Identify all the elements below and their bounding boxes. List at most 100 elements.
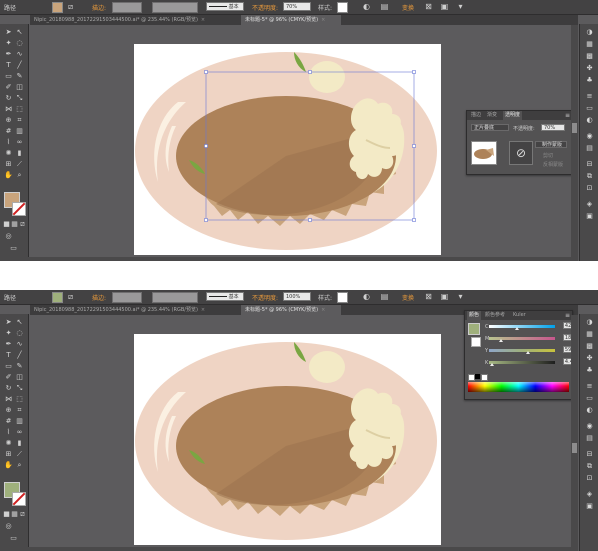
graph-tool-icon[interactable]: ▮ <box>15 439 24 448</box>
color-panel-icon[interactable]: ◑ <box>585 318 594 327</box>
cyan-slider[interactable] <box>489 324 555 330</box>
variable-width-dropdown[interactable] <box>152 2 198 13</box>
panel-menu-icon[interactable]: ≡ <box>565 312 570 319</box>
isolate-icon[interactable]: ⊠ <box>424 292 433 301</box>
stroke-color-swatch[interactable] <box>12 202 26 216</box>
white-swatch[interactable] <box>481 374 488 381</box>
direct-selection-tool-icon[interactable]: ↖ <box>15 318 24 327</box>
artboards-icon[interactable]: ▣ <box>585 212 594 221</box>
shape-builder-tool-icon[interactable]: ⊕ <box>4 116 13 125</box>
rectangle-tool-icon[interactable]: ▭ <box>4 362 13 371</box>
selection-tool-icon[interactable]: ➤ <box>4 28 13 37</box>
panel-stroke-swatch[interactable] <box>471 337 481 347</box>
screen-mode-icon[interactable]: ▭ <box>9 244 18 253</box>
align-icon[interactable]: ▤ <box>380 2 389 11</box>
swatches-icon[interactable]: ▩ <box>585 52 594 61</box>
recolor-icon[interactable]: ◐ <box>362 2 371 11</box>
eraser-tool-icon[interactable]: ◫ <box>15 373 24 382</box>
pen-tool-icon[interactable]: ✒ <box>4 340 13 349</box>
opacity-input[interactable]: 100% <box>283 292 311 301</box>
eyedropper-tool-icon[interactable]: ⌇ <box>4 138 13 147</box>
type-tool-icon[interactable]: T <box>4 61 13 70</box>
scrollbar-thumb[interactable] <box>572 443 577 453</box>
style-swatch[interactable] <box>337 292 348 303</box>
fill-swatch[interactable] <box>52 2 63 13</box>
gradient-panel-icon[interactable]: ▭ <box>585 104 594 113</box>
tab-nipic-document[interactable]: Nipic_20180988_20172291503444500.ai* @ 2… <box>30 305 241 315</box>
none-mode-icon[interactable]: ⧄ <box>18 510 27 519</box>
free-transform-tool-icon[interactable]: ⬚ <box>15 395 24 404</box>
rotate-tool-icon[interactable]: ↻ <box>4 94 13 103</box>
appearance-icon[interactable]: ◉ <box>585 422 594 431</box>
width-tool-icon[interactable]: ⋈ <box>4 105 13 114</box>
layers-icon[interactable]: ◈ <box>585 200 594 209</box>
draw-mode-icon[interactable]: ◎ <box>4 232 13 241</box>
tab-kuler[interactable]: Kuler <box>511 311 528 320</box>
draw-mode-icon[interactable]: ◎ <box>4 522 13 531</box>
invert-mask-checkbox-label[interactable]: 反相蒙版 <box>543 161 563 168</box>
align-panel-icon[interactable]: ⊟ <box>585 450 594 459</box>
line-tool-icon[interactable]: ╱ <box>15 351 24 360</box>
tab-nipic-document[interactable]: Nipic_20180988_20172291503444500.ai* @ 2… <box>30 15 241 25</box>
pen-tool-icon[interactable]: ✒ <box>4 50 13 59</box>
transparency-panel-icon[interactable]: ◐ <box>585 406 594 415</box>
color-panel-icon[interactable]: ◑ <box>585 28 594 37</box>
rectangle-tool-icon[interactable]: ▭ <box>4 72 13 81</box>
eraser-tool-icon[interactable]: ◫ <box>15 83 24 92</box>
perspective-grid-tool-icon[interactable]: ⌗ <box>15 116 24 125</box>
lasso-tool-icon[interactable]: ◌ <box>15 39 24 48</box>
stroke-weight-dropdown[interactable] <box>112 2 142 13</box>
swatches-icon[interactable]: ▩ <box>585 342 594 351</box>
vertical-scrollbar[interactable] <box>571 315 578 551</box>
transparency-panel-icon[interactable]: ◐ <box>585 116 594 125</box>
yellow-slider[interactable] <box>489 348 555 354</box>
transform-link[interactable]: 变换 <box>402 293 414 302</box>
screen-mode-icon[interactable]: ▭ <box>9 534 18 543</box>
zoom-tool-icon[interactable]: ⌕ <box>15 171 24 180</box>
transform-panel-icon[interactable]: ⊡ <box>585 474 594 483</box>
hand-tool-icon[interactable]: ✋ <box>4 461 13 470</box>
scale-tool-icon[interactable]: ⤡ <box>15 94 24 103</box>
horizontal-scrollbar[interactable] <box>28 547 571 551</box>
scale-tool-icon[interactable]: ⤡ <box>15 384 24 393</box>
pathfinder-icon[interactable]: ⧉ <box>585 172 594 181</box>
color-guide-icon[interactable]: ▦ <box>585 330 594 339</box>
artboard-tool-icon[interactable]: ⊞ <box>4 160 13 169</box>
shape-builder-tool-icon[interactable]: ⊕ <box>4 406 13 415</box>
magic-wand-tool-icon[interactable]: ✦ <box>4 329 13 338</box>
selection-tool-icon[interactable]: ➤ <box>4 318 13 327</box>
vertical-scrollbar[interactable] <box>571 25 578 261</box>
none-mode-icon[interactable]: ⧄ <box>18 220 27 229</box>
tab-untitled-5[interactable]: 未标题-5* @ 96% (CMYK/预览) × <box>241 15 341 25</box>
artboard[interactable] <box>134 44 441 255</box>
magenta-slider[interactable] <box>489 336 555 342</box>
stroke-color-swatch[interactable] <box>12 492 26 506</box>
fill-swatch[interactable] <box>52 292 63 303</box>
black-slider-knob[interactable] <box>489 363 494 366</box>
slice-tool-icon[interactable]: ⟋ <box>15 450 24 459</box>
stroke-swatch-icon[interactable]: ⧄ <box>66 2 75 11</box>
curvature-tool-icon[interactable]: ∿ <box>15 50 24 59</box>
brushes-icon[interactable]: ✤ <box>585 354 594 363</box>
slice-tool-icon[interactable]: ⟋ <box>15 160 24 169</box>
brushes-icon[interactable]: ✤ <box>585 64 594 73</box>
tab-stroke[interactable]: 描边 <box>469 111 483 120</box>
brush-dropdown[interactable]: 基本 <box>206 2 244 11</box>
bounding-box-icon[interactable]: ▣ <box>440 292 449 301</box>
panel-menu-icon[interactable]: ≡ <box>565 112 570 119</box>
panel-fill-swatch[interactable] <box>468 323 480 335</box>
pencil-tool-icon[interactable]: ✎ <box>15 362 24 371</box>
symbol-sprayer-tool-icon[interactable]: ✺ <box>4 149 13 158</box>
artboard[interactable] <box>134 334 441 545</box>
none-swatch-icon[interactable] <box>468 374 475 381</box>
transform-link[interactable]: 变换 <box>402 3 414 12</box>
paintbrush-tool-icon[interactable]: ✐ <box>4 83 13 92</box>
stroke-weight-dropdown[interactable] <box>112 292 142 303</box>
clip-checkbox-label[interactable]: 剪切 <box>543 152 553 159</box>
tab-color-guide[interactable]: 颜色参考 <box>483 311 507 320</box>
paintbrush-tool-icon[interactable]: ✐ <box>4 373 13 382</box>
mesh-tool-icon[interactable]: # <box>4 417 13 426</box>
variable-width-dropdown[interactable] <box>152 292 198 303</box>
color-spectrum[interactable] <box>468 382 569 392</box>
zoom-tool-icon[interactable]: ⌕ <box>15 461 24 470</box>
